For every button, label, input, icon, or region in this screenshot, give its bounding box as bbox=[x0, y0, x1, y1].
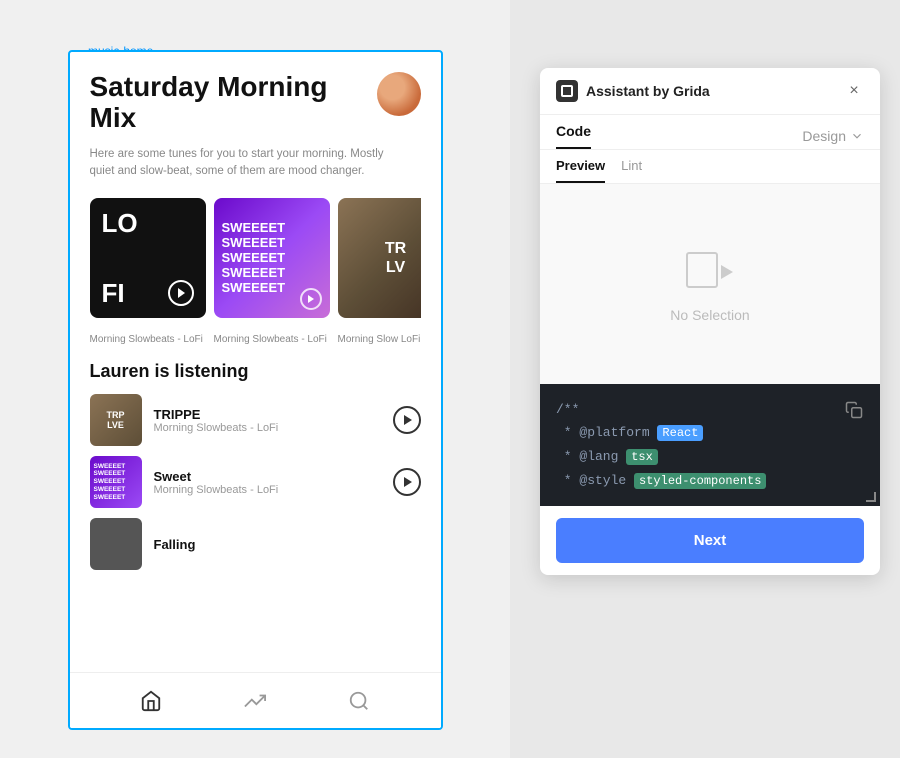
lofi-text-top: LO bbox=[102, 210, 194, 236]
mobile-bottom-nav bbox=[70, 672, 441, 728]
mobile-subtitle: Here are some tunes for you to start you… bbox=[90, 146, 390, 181]
card-label-3: Morning Slow LoFi bbox=[338, 334, 441, 345]
track-info-trippe: TRIPPE Morning Slowbeats - LoFi bbox=[154, 407, 381, 434]
music-card-photo[interactable]: TRLV bbox=[338, 198, 421, 318]
nav-home-icon[interactable] bbox=[139, 689, 163, 713]
play-icon-trippe bbox=[404, 415, 412, 425]
track-name-trippe: TRIPPE bbox=[154, 407, 381, 422]
avatar-image bbox=[377, 72, 421, 116]
next-button[interactable]: Next bbox=[556, 518, 864, 563]
track-item-sweet[interactable]: SWEEEETSWEEEETSWEEEETSWEEEETSWEEEET Swee… bbox=[90, 456, 421, 508]
code-line-3: * @lang tsx bbox=[556, 445, 864, 469]
assistant-tabs: Code Design bbox=[540, 115, 880, 150]
mobile-title: Saturday Morning Mix bbox=[90, 72, 370, 134]
trp-thumb-text: TRPLVE bbox=[107, 410, 125, 430]
photo-card-text: TRLV bbox=[385, 239, 406, 277]
track-play-sweet[interactable] bbox=[393, 468, 421, 496]
cards-row: LO FI SWEEEETSWEEEETSWEEEETSWEEEETSWEEEE… bbox=[90, 198, 421, 318]
tab-code[interactable]: Code bbox=[556, 123, 591, 149]
lofi-text-bottom: FI bbox=[102, 280, 125, 306]
play-triangle-sm-icon bbox=[308, 295, 314, 303]
assistant-title: Assistant by Grida bbox=[586, 83, 710, 99]
code-line-2: * @platform React bbox=[556, 421, 864, 445]
grida-icon bbox=[556, 80, 578, 102]
sweet-card-text: SWEEEETSWEEEETSWEEEETSWEEEETSWEEEET bbox=[222, 221, 322, 296]
avatar bbox=[377, 72, 421, 116]
tab-design-label: Design bbox=[802, 128, 846, 144]
card-labels: Morning Slowbeats - LoFi Morning Slowbea… bbox=[90, 334, 421, 345]
track-name-falling: Falling bbox=[154, 537, 421, 552]
nav-search-icon[interactable] bbox=[347, 689, 371, 713]
sub-tab-lint[interactable]: Lint bbox=[621, 158, 642, 183]
tsx-keyword: tsx bbox=[626, 449, 658, 465]
close-button[interactable]: × bbox=[844, 81, 864, 101]
music-card-lofi[interactable]: LO FI bbox=[90, 198, 206, 318]
track-thumb-trippe: TRPLVE bbox=[90, 394, 142, 446]
play-triangle-icon bbox=[178, 288, 185, 298]
style-keyword: styled-components bbox=[634, 473, 766, 489]
no-selection-text: No Selection bbox=[670, 307, 749, 323]
resize-handle[interactable] bbox=[866, 492, 876, 502]
track-artist-trippe: Morning Slowbeats - LoFi bbox=[154, 422, 381, 434]
nav-trending-icon[interactable] bbox=[243, 689, 267, 713]
assistant-panel: Assistant by Grida × Code Design Preview… bbox=[540, 68, 880, 575]
assistant-title-row: Assistant by Grida bbox=[556, 80, 710, 102]
tab-design-dropdown[interactable]: Design bbox=[802, 128, 864, 144]
play-button-sweet[interactable] bbox=[300, 288, 322, 310]
grida-icon-inner bbox=[561, 85, 573, 97]
play-button-lofi[interactable] bbox=[168, 280, 194, 306]
track-item-trippe[interactable]: TRPLVE TRIPPE Morning Slowbeats - LoFi bbox=[90, 394, 421, 446]
section-title: Lauren is listening bbox=[90, 361, 421, 382]
track-thumb-falling bbox=[90, 518, 142, 570]
track-thumb-sweet: SWEEEETSWEEEETSWEEEETSWEEEETSWEEEET bbox=[90, 456, 142, 508]
no-selection-icon bbox=[685, 245, 735, 295]
card-label-2: Morning Slowbeats - LoFi bbox=[214, 334, 330, 345]
sweet-thumb-text: SWEEEETSWEEEETSWEEEETSWEEEETSWEEEET bbox=[94, 463, 138, 502]
sub-tabs: Preview Lint bbox=[540, 150, 880, 184]
react-keyword: React bbox=[657, 425, 703, 441]
track-name-sweet: Sweet bbox=[154, 469, 381, 484]
mobile-content: Saturday Morning Mix Here are some tunes… bbox=[70, 52, 441, 672]
play-large-icon bbox=[685, 245, 735, 295]
listening-section: Lauren is listening TRPLVE TRIPPE Mornin… bbox=[90, 361, 421, 570]
copy-button[interactable] bbox=[840, 396, 868, 424]
code-line-1: /** bbox=[556, 398, 864, 421]
card-label-1: Morning Slowbeats - LoFi bbox=[90, 334, 206, 345]
mobile-panel: music-home Saturday Morning Mix Here are… bbox=[0, 0, 510, 758]
code-line-4: * @style styled-components bbox=[556, 469, 864, 493]
track-item-falling[interactable]: Falling bbox=[90, 518, 421, 570]
sub-tab-preview[interactable]: Preview bbox=[556, 158, 605, 183]
track-info-falling: Falling bbox=[154, 537, 421, 552]
assistant-header: Assistant by Grida × bbox=[540, 68, 880, 115]
chevron-down-icon bbox=[850, 129, 864, 143]
track-info-sweet: Sweet Morning Slowbeats - LoFi bbox=[154, 469, 381, 496]
mobile-header: Saturday Morning Mix bbox=[90, 72, 421, 134]
no-selection-area: No Selection bbox=[540, 184, 880, 384]
copy-icon bbox=[845, 401, 863, 419]
track-play-trippe[interactable] bbox=[393, 406, 421, 434]
track-artist-sweet: Morning Slowbeats - LoFi bbox=[154, 484, 381, 496]
mobile-frame: Saturday Morning Mix Here are some tunes… bbox=[68, 50, 443, 730]
music-card-sweet[interactable]: SWEEEETSWEEEETSWEEEETSWEEEETSWEEEET bbox=[214, 198, 330, 318]
play-icon-sweet bbox=[404, 477, 412, 487]
code-block: /** * @platform React * @lang tsx * @sty… bbox=[540, 384, 880, 506]
